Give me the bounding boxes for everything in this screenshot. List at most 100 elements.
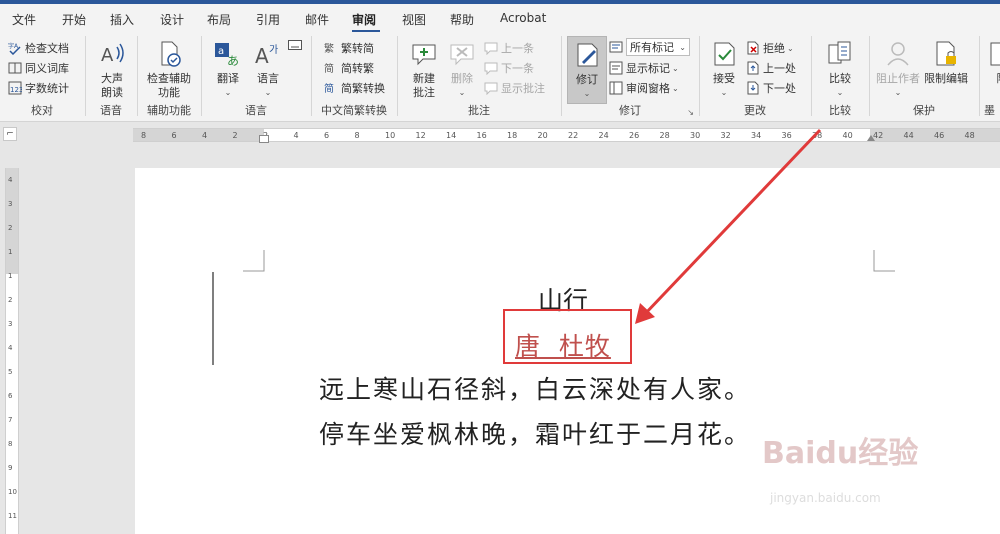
- group-changes: 接受 ⌄ 拒绝 ⌄ 上一处 下一处 更改: [700, 34, 810, 120]
- previous-comment-button[interactable]: 上一条: [484, 38, 534, 58]
- change-bar: [212, 272, 214, 365]
- accept-button[interactable]: 接受 ⌄: [708, 38, 740, 100]
- group-compare: 比较 ⌄ 比较: [812, 34, 868, 120]
- translate-icon: aあ: [212, 38, 244, 70]
- tab-mailings[interactable]: 邮件: [305, 11, 329, 28]
- tab-view[interactable]: 视图: [402, 11, 426, 28]
- block-authors-icon: [882, 38, 914, 70]
- tab-review[interactable]: 审阅: [352, 11, 376, 28]
- track-changes-icon: [571, 39, 603, 71]
- lock-icon: [930, 38, 962, 70]
- watermark-logo: Baidu经验: [762, 436, 919, 471]
- show-comments-icon: [484, 81, 498, 95]
- trad-to-simp-button[interactable]: 繁 繁转简: [324, 38, 374, 58]
- svg-text:繁: 繁: [324, 42, 334, 55]
- vertical-ruler[interactable]: 4 3 2 1 1 2 3 4 5 6 7 8 9 10 11: [5, 168, 19, 534]
- ruler-tick-label: 24: [598, 131, 609, 140]
- chevron-down-icon: ⌄: [679, 42, 686, 52]
- group-label-ink: 墨: [984, 104, 995, 117]
- horizontal-ruler[interactable]: 8642246810121416182022242628303234363840…: [133, 128, 1000, 143]
- new-comment-icon: [408, 38, 440, 70]
- tab-home[interactable]: 开始: [62, 11, 86, 28]
- group-label-speech: 语音: [100, 104, 122, 117]
- tab-references[interactable]: 引用: [256, 11, 280, 28]
- group-label-proofing: 校对: [31, 104, 53, 117]
- translate-button[interactable]: aあ 翻译 ⌄: [212, 38, 244, 100]
- show-comments-button[interactable]: 显示批注: [484, 78, 545, 98]
- keyboard-icon[interactable]: [288, 40, 302, 53]
- previous-comment-icon: [484, 41, 498, 55]
- language-button[interactable]: A가 语言 ⌄: [252, 38, 284, 100]
- show-markup-button[interactable]: 显示标记 ⌄: [609, 58, 679, 78]
- ruler-tick-label: 8: [354, 131, 360, 140]
- check-accessibility-button[interactable]: 检查辅助功能: [145, 38, 193, 100]
- tab-file[interactable]: 文件: [12, 11, 36, 28]
- word-count-icon: 123: [8, 81, 22, 95]
- conversion-icon: 简: [324, 81, 338, 95]
- ruler-tick-label: 40: [842, 131, 853, 140]
- hide-ink-button[interactable]: 隐: [986, 38, 1000, 86]
- doc-author-revision[interactable]: 唐 杜牧: [515, 327, 611, 363]
- reject-button[interactable]: 拒绝 ⌄: [746, 38, 794, 58]
- word-count-button[interactable]: 123 字数统计: [8, 78, 69, 98]
- group-language: aあ 翻译 ⌄ A가 语言 ⌄ 语言: [202, 34, 310, 120]
- compare-button[interactable]: 比较 ⌄: [824, 38, 856, 100]
- chevron-down-icon: ⌄: [224, 88, 232, 97]
- svg-text:A: A: [255, 44, 269, 68]
- block-authors-button[interactable]: 阻止作者 ⌄: [876, 38, 920, 100]
- simp-to-trad-button[interactable]: 简 简转繁: [324, 58, 374, 78]
- annotation-arrow: [635, 128, 822, 324]
- reject-icon: [746, 41, 760, 55]
- reviewing-pane-icon: [609, 81, 623, 95]
- svg-text:简: 简: [324, 62, 334, 75]
- tab-selector[interactable]: ⌐: [3, 127, 17, 141]
- group-label-chinese-conversion: 中文简繁转换: [321, 104, 387, 117]
- show-markup-icon: [609, 61, 623, 75]
- check-document-button[interactable]: 字A 检查文档: [8, 38, 69, 58]
- poem-line[interactable]: 停车坐爱枫林晚，霜叶红于二月花。: [319, 415, 751, 451]
- next-comment-button[interactable]: 下一条: [484, 58, 534, 78]
- group-label-comments: 批注: [468, 104, 490, 117]
- vruler-tick-label: 7: [8, 416, 13, 424]
- tab-acrobat[interactable]: Acrobat: [500, 11, 546, 25]
- group-proofing: 字A 检查文档 同义词库 123 字数统计 校对: [0, 34, 84, 120]
- conversion-button[interactable]: 简 简繁转换: [324, 78, 385, 98]
- indent-marker[interactable]: [259, 135, 269, 143]
- ruler-tick-label: 46: [934, 131, 945, 140]
- ruler-tick-label: 14: [446, 131, 457, 140]
- language-icon: A가: [252, 38, 284, 70]
- dialog-launcher-icon[interactable]: ↘: [687, 108, 694, 117]
- delete-comment-icon: [446, 38, 478, 70]
- vruler-tick-label: 11: [8, 512, 17, 520]
- thesaurus-button[interactable]: 同义词库: [8, 58, 69, 78]
- reviewing-pane-button[interactable]: 审阅窗格 ⌄: [609, 78, 679, 98]
- markup-select[interactable]: 所有标记 ⌄: [626, 38, 690, 56]
- read-aloud-button[interactable]: A 大声朗读: [96, 38, 128, 100]
- delete-comment-button[interactable]: 删除 ⌄: [446, 38, 478, 100]
- group-ink: 隐 墨: [980, 34, 1000, 120]
- next-change-button[interactable]: 下一处: [746, 78, 796, 98]
- next-change-icon: [746, 81, 760, 95]
- new-comment-button[interactable]: 新建批注: [408, 38, 440, 100]
- restrict-editing-button[interactable]: 限制编辑: [924, 38, 968, 86]
- tab-insert[interactable]: 插入: [110, 11, 134, 28]
- chevron-down-icon: ⌄: [836, 88, 844, 97]
- ruler-tick-label: 22: [568, 131, 579, 140]
- previous-change-button[interactable]: 上一处: [746, 58, 796, 78]
- ruler-tick-label: 6: [324, 131, 330, 140]
- group-label-protect: 保护: [913, 104, 935, 117]
- svg-text:あ: あ: [227, 54, 239, 68]
- ruler-tick-label: 4: [293, 131, 299, 140]
- vruler-tick-label: 2: [8, 224, 13, 232]
- tab-help[interactable]: 帮助: [450, 11, 474, 28]
- tab-layout[interactable]: 布局: [207, 11, 231, 28]
- ruler-tick-label: 8: [141, 131, 147, 140]
- accessibility-icon: [153, 38, 185, 70]
- poem-line[interactable]: 远上寒山石径斜，白云深处有人家。: [319, 370, 751, 406]
- tab-design[interactable]: 设计: [160, 11, 184, 28]
- vruler-tick-label: 4: [8, 344, 13, 352]
- track-changes-button[interactable]: 修订 ⌄: [567, 36, 607, 104]
- simp-to-trad-icon: 简: [324, 61, 338, 75]
- thesaurus-icon: [8, 61, 22, 75]
- right-indent-marker[interactable]: [867, 135, 875, 141]
